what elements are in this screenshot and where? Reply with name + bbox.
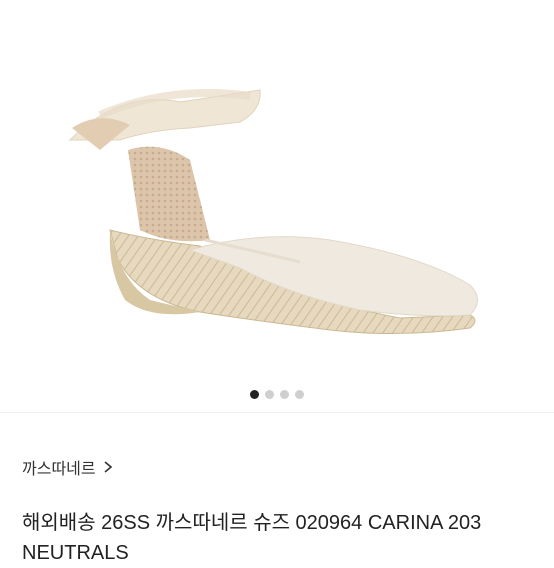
product-photo xyxy=(68,89,478,335)
pager-dot-3[interactable] xyxy=(280,389,289,399)
image-pager[interactable] xyxy=(0,387,554,401)
product-title: 해외배송 26SS 까스따네르 슈즈 020964 CARINA 203 NEU… xyxy=(22,512,482,564)
section-divider xyxy=(0,412,554,413)
pager-dot-4[interactable] xyxy=(295,389,304,399)
brand-label: 까스따네르 xyxy=(22,461,96,478)
pager-dot-1[interactable] xyxy=(250,389,259,399)
pager-dot-2[interactable] xyxy=(265,389,274,399)
product-image-gallery[interactable] xyxy=(0,0,554,412)
chevron-right-icon xyxy=(104,461,112,473)
brand-link[interactable]: 까스따네르 xyxy=(22,455,114,479)
